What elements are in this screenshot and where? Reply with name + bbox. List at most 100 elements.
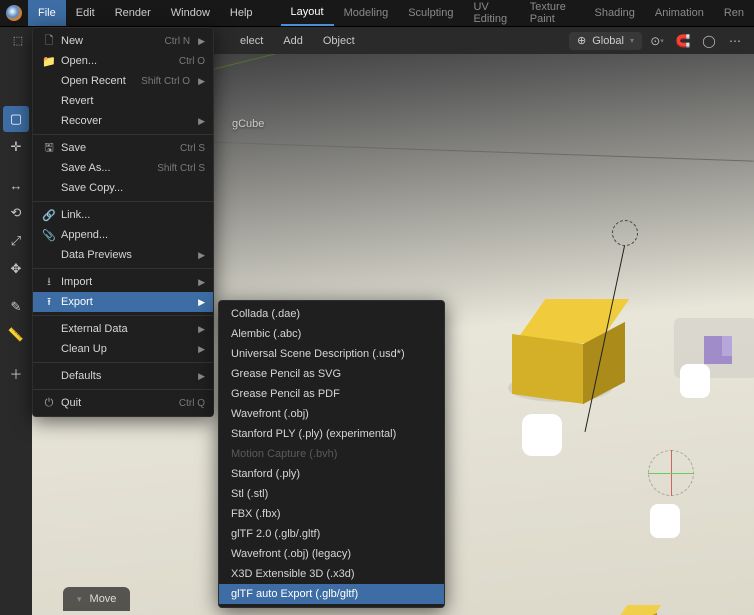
menu-item-label: X3D Extensible 3D (.x3d) — [227, 568, 436, 580]
menu-item-label: Import — [61, 276, 190, 288]
menu-item-label: Export — [61, 296, 190, 308]
top-menu-file[interactable]: File — [28, 0, 66, 26]
export-gltf-2-0-glb-gltf[interactable]: glTF 2.0 (.glb/.gltf) — [219, 524, 444, 544]
menu-item-label: Save — [61, 142, 168, 154]
export-grease-pencil-as-svg[interactable]: Grease Pencil as SVG — [219, 364, 444, 384]
workspace-tab-layout[interactable]: Layout — [281, 0, 334, 26]
tool-rotate[interactable]: ⟲ — [3, 200, 29, 226]
menu-item-label: FBX (.fbx) — [227, 508, 436, 520]
menu-shortcut: Shift Ctrl O — [141, 76, 190, 87]
mesh-cube-purple[interactable] — [704, 336, 732, 364]
chevron-right-icon: ▶ — [198, 344, 205, 355]
workspace-tab-uv-editing[interactable]: UV Editing — [463, 0, 519, 26]
file-menu-revert[interactable]: Revert — [33, 91, 213, 111]
file-menu-quit[interactable]: ⏻QuitCtrl Q — [33, 393, 213, 413]
file-menu-import[interactable]: ⭳Import▶ — [33, 272, 213, 292]
export-alembic-abc[interactable]: Alembic (.abc) — [219, 324, 444, 344]
chevron-right-icon: ▶ — [198, 297, 205, 308]
file-menu-external-data[interactable]: External Data ▶ — [33, 319, 213, 339]
workspace-tab-ren[interactable]: Ren — [714, 0, 754, 26]
chevron-right-icon: ▶ — [198, 324, 205, 335]
file-menu-save-copy[interactable]: Save Copy... — [33, 178, 213, 198]
export-stanford-ply[interactable]: Stanford (.ply) — [219, 464, 444, 484]
export-x3d-extensible-3d-x3d[interactable]: X3D Extensible 3D (.x3d) — [219, 564, 444, 584]
menu-shortcut: Ctrl N — [165, 36, 191, 47]
file-menu-link[interactable]: 🔗Link... — [33, 205, 213, 225]
export-collada-dae[interactable]: Collada (.dae) — [219, 304, 444, 324]
menu-shortcut: Ctrl Q — [179, 398, 205, 409]
top-menu-edit[interactable]: Edit — [66, 0, 105, 26]
workspace-tab-shading[interactable]: Shading — [585, 0, 645, 26]
file-menu-append[interactable]: 📎Append... — [33, 225, 213, 245]
link-icon: 🔗 — [41, 209, 57, 222]
menu-item-label: Grease Pencil as PDF — [227, 388, 436, 400]
export-universal-scene-description-usd[interactable]: Universal Scene Description (.usd*) — [219, 344, 444, 364]
export-stanford-ply-ply-experimental[interactable]: Stanford PLY (.ply) (experimental) — [219, 424, 444, 444]
redo-panel-move[interactable]: ▾ Move — [63, 587, 130, 611]
transform-orientation[interactable]: ⊕ Global ▾ — [569, 32, 642, 50]
snap-button[interactable]: 🧲 — [672, 31, 694, 51]
menu-add[interactable]: Add — [275, 35, 311, 47]
tool-add[interactable]: ＋ — [3, 360, 29, 386]
light-gizmo[interactable] — [612, 220, 638, 246]
export-stl-stl[interactable]: Stl (.stl) — [219, 484, 444, 504]
file-menu-clean-up[interactable]: Clean Up▶ — [33, 339, 213, 359]
tool-cursor[interactable]: ✛ — [3, 134, 29, 160]
workspace-tab-modeling[interactable]: Modeling — [334, 0, 399, 26]
export-fbx-fbx[interactable]: FBX (.fbx) — [219, 504, 444, 524]
chevron-right-icon: ▶ — [198, 277, 205, 288]
file-menu-recover[interactable]: Recover▶ — [33, 111, 213, 131]
menu-item-label: New — [61, 35, 153, 47]
top-menu-window[interactable]: Window — [161, 0, 220, 26]
menu-item-label: Open... — [61, 55, 167, 67]
tool-select-box[interactable]: ▢ — [3, 106, 29, 132]
menu-separator — [33, 389, 213, 390]
file-menu-data-previews[interactable]: Data Previews▶ — [33, 245, 213, 265]
mesh-pill-1[interactable] — [522, 414, 562, 456]
menu-item-label: Stanford PLY (.ply) (experimental) — [227, 428, 436, 440]
menu-item-label: Recover — [61, 115, 190, 127]
menu-object[interactable]: Object — [315, 35, 363, 47]
top-menu-help[interactable]: Help — [220, 0, 263, 26]
tool-annotate[interactable]: ✎ — [3, 294, 29, 320]
tool-measure[interactable]: 📏 — [3, 322, 29, 348]
menu-item-label: Open Recent — [61, 75, 129, 87]
export-grease-pencil-as-pdf[interactable]: Grease Pencil as PDF — [219, 384, 444, 404]
mesh-pill-2[interactable] — [680, 364, 710, 398]
file-menu-export[interactable]: ⭱Export▶ — [33, 292, 213, 312]
pivot-button[interactable]: ⊙▾ — [646, 31, 668, 51]
menu-item-label: Wavefront (.obj) (legacy) — [227, 548, 436, 560]
file-menu-save[interactable]: 🖫SaveCtrl S — [33, 138, 213, 158]
workspace-tab-sculpting[interactable]: Sculpting — [398, 0, 463, 26]
menu-item-label: External Data — [61, 323, 190, 335]
tool-move[interactable]: ↔ — [3, 172, 29, 198]
file-menu-defaults[interactable]: Defaults▶ — [33, 366, 213, 386]
export-wavefront-obj[interactable]: Wavefront (.obj) — [219, 404, 444, 424]
mesh-pill-3[interactable] — [650, 504, 680, 538]
workspace-tabs: LayoutModelingSculptingUV EditingTexture… — [281, 0, 754, 26]
workspace-tab-texture-paint[interactable]: Texture Paint — [520, 0, 585, 26]
chevron-right-icon: ▶ — [198, 36, 205, 47]
chevron-right-icon: ▶ — [198, 371, 205, 382]
options-button[interactable]: ⋯ — [724, 31, 746, 51]
export-gltf-auto-export-glb-gltf[interactable]: glTF auto Export (.glb/gltf) — [219, 584, 444, 604]
editor-type-icon[interactable]: ⬚ — [8, 31, 28, 51]
menu-select[interactable]: elect — [232, 35, 271, 47]
file-menu-new[interactable]: 🗋 New Ctrl N ▶ — [33, 31, 213, 51]
export-submenu: Collada (.dae)Alembic (.abc)Universal Sc… — [218, 300, 445, 608]
file-menu-open-recent[interactable]: Open RecentShift Ctrl O▶ — [33, 71, 213, 91]
file-menu-save-as[interactable]: Save As...Shift Ctrl S — [33, 158, 213, 178]
workspace-tab-animation[interactable]: Animation — [645, 0, 714, 26]
menu-item-label: Data Previews — [61, 249, 190, 261]
proportional-edit-button[interactable]: ◯ — [698, 31, 720, 51]
menu-item-label: Stanford (.ply) — [227, 468, 436, 480]
tool-transform[interactable]: ✥ — [3, 256, 29, 282]
top-menu-render[interactable]: Render — [105, 0, 161, 26]
tool-scale[interactable]: ⤢ — [3, 228, 29, 254]
file-menu-open[interactable]: 📁Open...Ctrl O — [33, 51, 213, 71]
empty-gizmo[interactable] — [648, 450, 694, 496]
menu-item-label: Save Copy... — [61, 182, 205, 194]
export-wavefront-obj-legacy[interactable]: Wavefront (.obj) (legacy) — [219, 544, 444, 564]
folder-icon: 📁 — [41, 55, 57, 68]
blank-page-icon: 🗋 — [41, 32, 57, 51]
